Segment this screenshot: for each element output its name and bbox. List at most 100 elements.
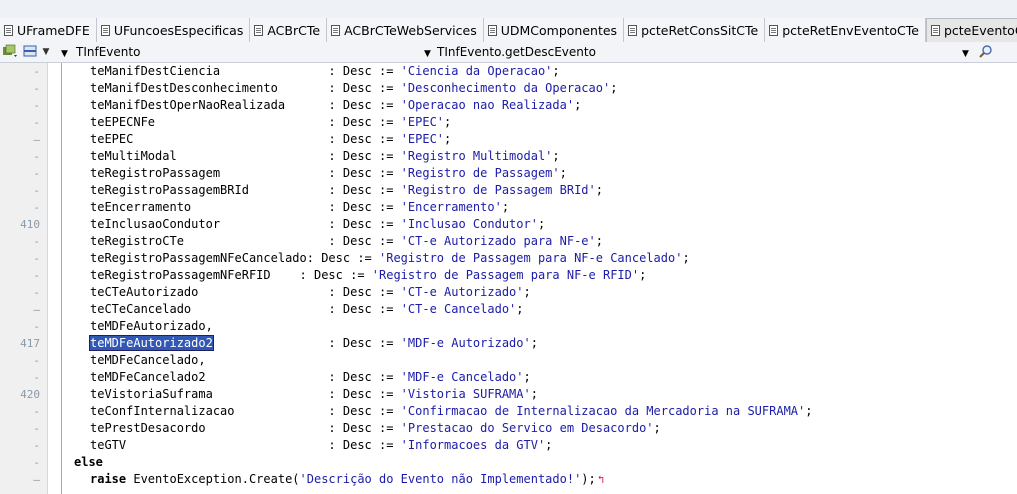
tab-acbrctewebservices[interactable]: ACBrCTeWebServices <box>327 18 484 42</box>
tab-acbrcte[interactable]: ACBrCTe <box>250 18 328 42</box>
code-terminator: ); <box>581 472 596 486</box>
code-terminator: ; <box>653 421 661 435</box>
line-number: - <box>33 167 40 180</box>
case-identifier: teMDFeCancelado2 <box>90 370 206 384</box>
method-combo-dropdown-icon[interactable]: ▼ <box>962 43 969 61</box>
code-assignment: : Desc := <box>328 149 401 163</box>
string-literal: 'Descrição do Evento não Implementado!' <box>299 472 582 486</box>
case-identifier: teRegistroCTe <box>90 234 184 248</box>
code-padding <box>206 370 329 384</box>
code-editor[interactable]: - - - - – - - - - 410 - - - - – - 417 - - 420 - - - - – teManifD… <box>0 63 1017 494</box>
code-line: tePrestDesacordo : Desc := 'Prestacao do… <box>90 420 661 437</box>
string-literal: 'Registro de Passagem para NF-e Cancelad… <box>379 251 683 265</box>
code-line: teInclusaoCondutor : Desc := 'Inclusao C… <box>90 216 545 233</box>
unit-file-icon <box>930 25 940 36</box>
unit-file-icon <box>628 24 638 36</box>
string-literal: 'CT-e Autorizado para NF-e' <box>400 234 596 248</box>
code-assignment: : Desc := <box>328 166 401 180</box>
line-number: - <box>33 269 40 282</box>
sync-icon[interactable] <box>22 44 38 59</box>
code-padding <box>155 115 328 129</box>
case-identifier: teMDFeAutorizado, <box>90 319 213 333</box>
search-icon[interactable] <box>978 44 994 59</box>
editor-tabs: UFrameDFE UFuncoesEspecificas ACBrCTe AC… <box>0 18 1017 42</box>
line-number: - <box>33 116 40 129</box>
code-line: teConfInternalizacao : Desc := 'Confirma… <box>90 403 812 420</box>
string-literal: 'Registro de Passagem BRId' <box>400 183 596 197</box>
line-number: - <box>33 99 40 112</box>
line-number: - <box>33 422 40 435</box>
code-area[interactable]: teManifDestCiencia : Desc := 'Ciencia da… <box>72 63 1012 494</box>
tab-label: pcteRetEnvEventoCTe <box>782 22 919 38</box>
code-assignment: : Desc := <box>328 421 401 435</box>
class-browser-icon[interactable] <box>2 44 18 59</box>
case-identifier: teInclusaoCondutor <box>90 217 221 231</box>
class-combo[interactable]: TInfEvento <box>76 43 406 61</box>
code-terminator: ; <box>537 217 546 231</box>
line-number: - <box>33 201 40 214</box>
case-identifier: teMultiModal <box>90 149 177 163</box>
code-terminator: ; <box>530 336 538 350</box>
code-padding <box>184 234 329 248</box>
code-padding <box>206 421 329 435</box>
code-padding <box>177 149 329 163</box>
code-line-else: else <box>74 454 103 471</box>
tab-pcteeventocte[interactable]: pcteEventoCTe <box>925 18 1017 42</box>
tab-uframedfe[interactable]: UFrameDFE <box>0 18 97 42</box>
tab-label: pcteEventoCTe <box>943 23 1017 38</box>
line-number: - <box>33 252 40 265</box>
tab-pcteretenveventocte[interactable]: pcteRetEnvEventoCTe <box>765 18 926 42</box>
code-assignment: : Desc := <box>328 115 401 129</box>
string-literal: 'Inclusao Condutor' <box>400 217 538 231</box>
line-number: - <box>33 371 40 384</box>
tab-pcteretconssitcte[interactable]: pcteRetConsSitCTe <box>624 18 766 42</box>
string-literal: 'Registro de Passagem' <box>400 166 560 180</box>
unit-file-icon <box>254 24 264 36</box>
code-assignment: : Desc := <box>328 370 401 384</box>
method-combo[interactable]: TInfEvento.getDescEvento <box>437 43 957 61</box>
else-keyword: else <box>74 455 103 469</box>
class-combo-arrow-icon: ▼ <box>61 49 68 59</box>
unit-file-icon <box>4 24 13 36</box>
code-line-raise: raise EventoException.Create('Descrição … <box>90 471 604 488</box>
string-literal: 'MDF-e Autorizado' <box>400 336 531 350</box>
case-identifier: teEncerramento <box>90 200 192 214</box>
string-literal: 'Registro de Passagem para NF-e RFID' <box>371 268 640 282</box>
line-number: - <box>33 354 40 367</box>
code-padding <box>126 438 328 452</box>
case-identifier: teEPECNFe <box>90 115 156 129</box>
code-terminator: ; <box>574 98 582 112</box>
code-padding <box>271 268 300 282</box>
code-assignment: : Desc := <box>328 64 401 78</box>
return-marker-icon: ↰ <box>597 473 605 486</box>
case-identifier: teCTeCancelado <box>90 302 192 316</box>
tab-ufuncoesespecificas[interactable]: UFuncoesEspecificas <box>96 18 251 42</box>
unit-file-icon <box>487 24 497 36</box>
chevron-down-icon[interactable]: ▼ <box>38 45 54 60</box>
line-number: 420 <box>20 388 40 401</box>
case-identifier: teManifDestOperNaoRealizada <box>90 98 286 112</box>
code-assignment: : Desc := <box>328 302 401 316</box>
case-identifier: teRegistroPassagemNFeRFID <box>90 268 271 282</box>
code-terminator: ; <box>639 268 647 282</box>
case-identifier: teRegistroPassagemBRId <box>90 183 249 197</box>
fold-guide <box>61 63 62 494</box>
code-line: teEPEC : Desc := 'EPEC'; <box>90 131 451 148</box>
string-literal: 'CT-e Autorizado' <box>400 285 524 299</box>
string-literal: 'CT-e Cancelado' <box>400 302 517 316</box>
code-assignment: : Desc := <box>328 234 401 248</box>
code-line: teMDFeCancelado, <box>90 352 206 369</box>
code-assignment: : Desc := <box>328 217 401 231</box>
code-padding <box>133 132 328 146</box>
tab-udmcomponentes[interactable]: UDMComponentes <box>483 18 625 42</box>
line-number: - <box>33 184 40 197</box>
code-line: teManifDestDesconhecimento : Desc := 'De… <box>90 80 617 97</box>
code-padding <box>220 166 328 180</box>
tab-label: ACBrCTeWebServices <box>344 22 477 38</box>
code-terminator: ; <box>523 285 531 299</box>
code-assignment: : Desc := <box>328 404 401 418</box>
code-line: teEPECNFe : Desc := 'EPEC'; <box>90 114 451 131</box>
line-number: 417 <box>20 337 40 350</box>
code-line: teRegistroPassagemBRId : Desc := 'Regist… <box>90 182 603 199</box>
case-identifier: tePrestDesacordo <box>90 421 206 435</box>
